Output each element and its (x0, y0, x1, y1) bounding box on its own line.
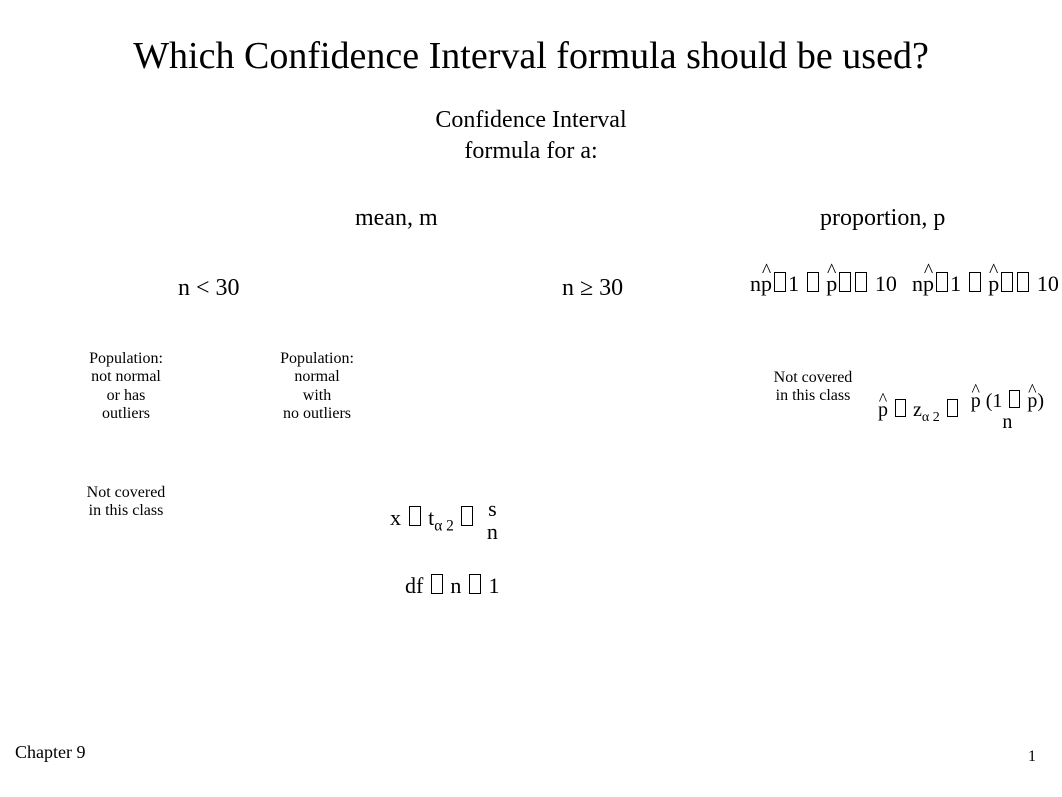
condition-np-lt-10: np1 p 10 (750, 271, 897, 297)
np-lt10-n: n (750, 271, 761, 296)
formula-z-fraction: p (1 p) n (971, 390, 1044, 433)
formula-z-den: n (971, 412, 1044, 433)
df-one: 1 (489, 573, 500, 598)
not-covered-mean-l2: in this class (89, 502, 164, 519)
np-ge10-n: n (912, 271, 923, 296)
df-formula: df n 1 (405, 573, 500, 599)
not-covered-mean-l1: Not covered (87, 484, 166, 501)
condition-np-ge-10: np1 p 10 (912, 271, 1059, 297)
p-hat-icon: p (1027, 391, 1037, 412)
not-covered-prop-l1: Not covered (774, 369, 853, 386)
formula-t-fraction: s n (487, 497, 498, 543)
glyph-icon (774, 272, 786, 292)
condition-n-ge-30: n ≥ 30 (562, 275, 623, 302)
formula-t-sub: α 2 (434, 518, 454, 535)
pop-normal-l2: normal (294, 368, 339, 385)
glyph-icon (1009, 390, 1020, 408)
glyph-icon (461, 506, 473, 526)
df-label: df (405, 573, 423, 598)
glyph-icon (839, 272, 851, 292)
formula-t-s: s (487, 497, 498, 520)
glyph-icon (855, 272, 867, 292)
not-covered-proportion: Not covered in this class (743, 369, 883, 406)
formula-z-num: p (1 p) (971, 390, 1044, 412)
pop-notnormal-l1: Population: (89, 350, 163, 367)
condition-n-lt-30: n < 30 (178, 275, 240, 302)
pop-notnormal-l2: not normal (91, 368, 161, 385)
formula-z-sub: α 2 (922, 410, 940, 425)
pop-normal-l1: Population: (280, 350, 354, 367)
subheading-line1: Confidence Interval (435, 107, 626, 133)
p-hat-icon: p (878, 399, 888, 422)
np-ge10-ten: 10 (1037, 271, 1059, 296)
np-lt10-ten: 10 (875, 271, 897, 296)
np-ge10-one: 1 (950, 271, 961, 296)
pop-notnormal-l3: or has (107, 387, 146, 404)
population-normal: Population: normal with no outliers (247, 350, 387, 424)
p-hat-icon: p (971, 391, 981, 412)
subheading: Confidence Interval formula for a: (0, 105, 1062, 167)
np-lt10-one: 1 (788, 271, 799, 296)
glyph-icon (1017, 272, 1029, 292)
not-covered-prop-l2: in this class (776, 387, 851, 404)
glyph-icon (936, 272, 948, 292)
p-hat-icon: p (923, 271, 934, 297)
formula-z-z: z (913, 399, 922, 421)
slide-title: Which Confidence Interval formula should… (0, 34, 1062, 78)
pop-normal-l4: no outliers (283, 405, 351, 422)
pop-notnormal-l4: outliers (102, 405, 150, 422)
footer-page-number: 1 (1028, 748, 1036, 766)
p-hat-icon: p (826, 271, 837, 297)
glyph-icon (969, 272, 981, 292)
branch-mean-label: mean, m (355, 205, 438, 232)
glyph-icon (895, 399, 906, 417)
population-not-normal: Population: not normal or has outliers (56, 350, 196, 424)
p-hat-icon: p (988, 271, 999, 297)
glyph-icon (947, 399, 958, 417)
glyph-icon (431, 574, 443, 594)
t-interval-formula: x tα 2 s n (390, 497, 498, 543)
formula-t-n: n (487, 520, 498, 543)
not-covered-mean: Not covered in this class (56, 484, 196, 521)
formula-z-one: 1 (992, 390, 1002, 412)
glyph-icon (469, 574, 481, 594)
df-n: n (450, 573, 461, 598)
footer-chapter: Chapter 9 (15, 742, 85, 763)
glyph-icon (1001, 272, 1013, 292)
z-interval-formula: p zα 2 p (1 p) n (878, 390, 1044, 433)
glyph-icon (807, 272, 819, 292)
glyph-icon (409, 506, 421, 526)
pop-normal-l3: with (303, 387, 331, 404)
branch-proportion-label: proportion, p (820, 205, 945, 232)
subheading-line2: formula for a: (464, 138, 597, 164)
p-hat-icon: p (761, 271, 772, 297)
formula-t-x: x (390, 505, 401, 530)
